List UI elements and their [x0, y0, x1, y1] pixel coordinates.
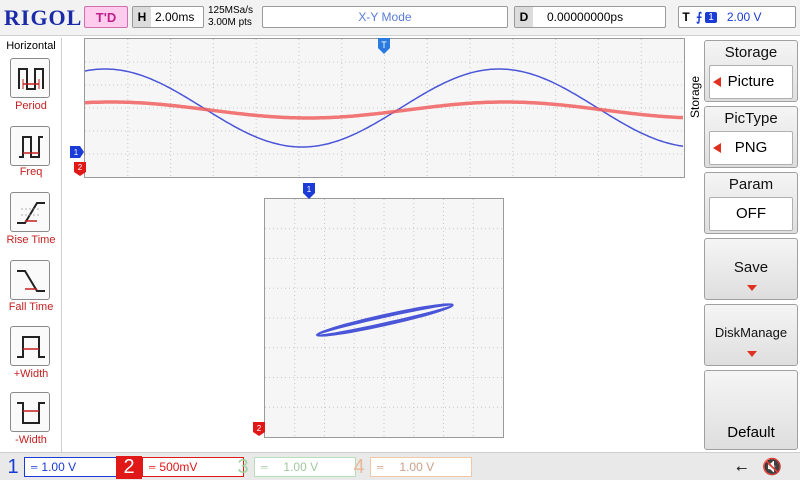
xy-ch1-marker[interactable]: 1	[303, 183, 315, 199]
disk-manage-label: DiskManage	[714, 325, 788, 340]
rising-edge-icon: ⨍	[696, 10, 703, 24]
storage-type-button[interactable]: Storage Picture	[704, 40, 798, 102]
fall-time-icon	[17, 270, 45, 292]
speaker-muted-icon[interactable]: 🔇	[762, 457, 782, 477]
memory-depth: 3.00M pts	[208, 17, 252, 28]
channel-bar: 1 ═ 1.00 V 2 ═ 500mV 3 ═ 1.00 V 4 ═ 1.00…	[0, 452, 800, 480]
sample-info: 125MSa/s 3.00M pts	[208, 5, 253, 29]
menu-title: Horizontal	[6, 40, 56, 52]
run-state-indicator[interactable]: T'D	[84, 6, 128, 28]
frequency-label: Freq	[19, 166, 43, 178]
negative-width-icon	[17, 402, 45, 424]
caret-down-icon	[747, 351, 757, 357]
dc-coupling-icon: ═	[377, 462, 384, 472]
trigger-source-badge: 1	[705, 11, 717, 23]
trigger-readout[interactable]: T ⨍ 1 2.00 V	[678, 6, 796, 28]
channel-2-scale: ═ 500mV	[142, 457, 244, 477]
channel-2-number: 2	[116, 455, 142, 479]
pic-type-label: PicType	[724, 110, 778, 127]
fall-time-button[interactable]	[10, 260, 50, 300]
channel-4-number: 4	[353, 455, 365, 478]
svg-text:2: 2	[257, 424, 262, 433]
channel-1-scale: ═ 1.00 V	[24, 457, 126, 477]
dc-coupling-icon: ═	[149, 462, 156, 472]
timebase-readout[interactable]: H 2.00ms	[132, 6, 204, 28]
dc-coupling-icon: ═	[261, 462, 268, 472]
xy-display[interactable]	[264, 198, 504, 438]
status-bar: RIGOL T'D H 2.00ms 125MSa/s 3.00M pts X-…	[0, 0, 800, 36]
delay-value: 0.00000000ps	[547, 10, 624, 24]
ch1-offset-marker[interactable]: 1	[70, 146, 84, 158]
xy-trace	[316, 303, 454, 337]
channel-3-scale: ═ 1.00 V	[254, 457, 356, 477]
trigger-level: 2.00 V	[726, 10, 762, 24]
xy-trace	[315, 303, 454, 337]
mode-display: X-Y Mode	[262, 6, 508, 28]
save-button[interactable]: Save	[704, 238, 798, 300]
rise-time-label: Rise Time	[6, 234, 56, 246]
sample-rate: 125MSa/s	[208, 5, 254, 16]
channel-4-scale: ═ 1.00 V	[370, 457, 472, 477]
pic-type-value: PNG	[709, 131, 793, 165]
delay-readout[interactable]: D 0.00000000ps	[514, 6, 666, 28]
storage-menu-title: Storage	[688, 75, 702, 118]
default-button[interactable]: Default	[704, 370, 798, 450]
caret-left-icon	[713, 143, 721, 153]
caret-left-icon	[713, 77, 721, 87]
usb-icon: ⭠	[736, 459, 748, 475]
default-label: Default	[727, 424, 775, 441]
delay-tag: D	[515, 7, 533, 27]
channel-1-number: 1	[7, 455, 19, 478]
xy-trace	[315, 303, 454, 337]
xy-ch2-marker[interactable]: 2	[253, 422, 265, 436]
period-icon	[18, 68, 44, 90]
svg-text:1: 1	[74, 148, 79, 157]
storage-menu: Storage Storage Picture PicType PNG Para…	[686, 38, 800, 452]
timebase-value: 2.00ms	[155, 10, 195, 24]
trigger-position-marker[interactable]: T	[378, 38, 390, 54]
disk-manage-button[interactable]: DiskManage	[704, 304, 798, 366]
storage-type-value: Picture	[709, 65, 793, 99]
channel-3-number: 3	[237, 455, 249, 478]
channel-2-readout[interactable]: 2 ═ 500mV	[116, 455, 244, 479]
negative-width-button[interactable]	[10, 392, 50, 432]
positive-width-icon	[17, 336, 45, 358]
horizontal-measure-menu: Horizontal Period Freq Rise Time Fall Ti…	[0, 38, 62, 452]
dc-coupling-icon: ═	[31, 462, 38, 472]
channel-3-readout[interactable]: 3 ═ 1.00 V	[232, 455, 356, 479]
svg-text:T: T	[381, 40, 387, 50]
svg-text:2: 2	[78, 163, 83, 172]
frequency-icon	[19, 136, 43, 158]
trigger-tag: T	[682, 10, 690, 24]
rise-time-icon	[17, 202, 45, 224]
period-button[interactable]	[10, 58, 50, 98]
svg-text:1: 1	[307, 185, 312, 194]
xy-display-svg	[265, 199, 503, 437]
ch2-offset-marker[interactable]: 2	[74, 162, 86, 176]
channel-4-readout[interactable]: 4 ═ 1.00 V	[348, 455, 472, 479]
brand-logo: RIGOL	[4, 5, 83, 30]
yt-waveform-display[interactable]	[84, 38, 685, 178]
channel-1-readout[interactable]: 1 ═ 1.00 V	[2, 455, 126, 479]
negative-width-label: -Width	[15, 434, 47, 446]
timebase-tag: H	[133, 7, 151, 27]
yt-waveform-svg	[84, 39, 684, 177]
positive-width-label: +Width	[13, 368, 49, 380]
fall-time-label: Fall Time	[8, 301, 54, 313]
xy-trace	[316, 303, 454, 337]
storage-type-label: Storage	[724, 44, 778, 61]
param-label: Param	[728, 176, 774, 193]
param-value: OFF	[709, 197, 793, 231]
pic-type-button[interactable]: PicType PNG	[704, 106, 798, 168]
param-button[interactable]: Param OFF	[704, 172, 798, 234]
oscilloscope-screen: RIGOL T'D H 2.00ms 125MSa/s 3.00M pts X-…	[0, 0, 800, 480]
rise-time-button[interactable]	[10, 192, 50, 232]
caret-down-icon	[747, 285, 757, 291]
period-label: Period	[15, 100, 47, 112]
positive-width-button[interactable]	[10, 326, 50, 366]
save-label: Save	[733, 259, 769, 276]
frequency-button[interactable]	[10, 126, 50, 166]
